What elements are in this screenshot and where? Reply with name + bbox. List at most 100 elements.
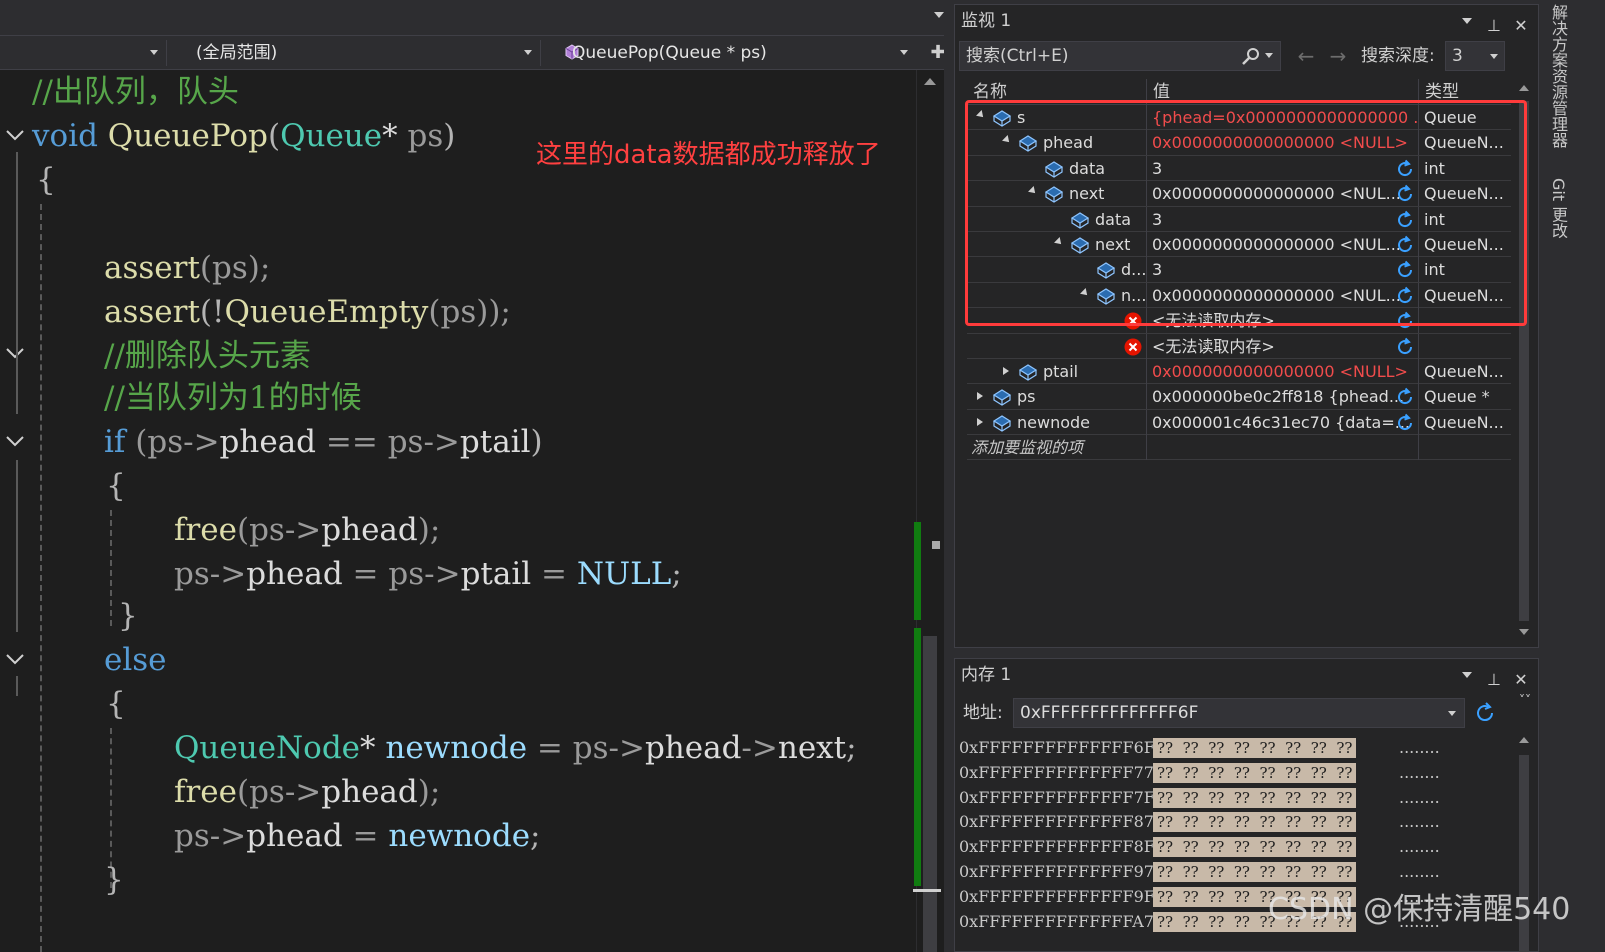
- memory-bytes[interactable]: ?? ?? ?? ?? ?? ?? ?? ??: [1153, 862, 1357, 882]
- watch-row[interactable]: newnode 0x000001c46c31ec70 {data=... Queue…: [967, 409, 1511, 436]
- search-depth-label: 搜索深度:: [1361, 46, 1435, 66]
- watch-value: 0x000001c46c31ec70 {data=...: [1152, 412, 1411, 432]
- forward-arrow-icon[interactable]: →: [1325, 43, 1351, 69]
- memory-bytes[interactable]: ?? ?? ?? ?? ?? ?? ?? ??: [1153, 812, 1357, 833]
- watch-type-cell: [1419, 334, 1511, 359]
- window-options-icon[interactable]: [1456, 11, 1478, 31]
- memory-ascii: ........: [1399, 812, 1440, 832]
- close-icon[interactable]: ✕: [1510, 16, 1532, 36]
- watch-value-cell[interactable]: <无法读取内存>: [1147, 333, 1419, 359]
- refresh-icon[interactable]: [1395, 413, 1415, 433]
- code-line: ps->phead = ps->ptail = NULL;: [174, 556, 682, 592]
- scrollbar-marker: [932, 541, 940, 549]
- watch-value-cell[interactable]: 0x000000be0c2ff818 {phead...: [1147, 384, 1419, 410]
- watch-name: ps: [1017, 387, 1036, 407]
- refresh-icon[interactable]: [1473, 701, 1497, 725]
- pin-icon[interactable]: ⊥: [1483, 670, 1505, 690]
- watch-row[interactable]: ps 0x000000be0c2ff818 {phead... Queue *: [967, 384, 1511, 410]
- refresh-icon[interactable]: [1395, 387, 1415, 407]
- code-line: assert(!QueueEmpty(ps));: [104, 294, 511, 330]
- expand-triangle-icon[interactable]: [977, 392, 983, 401]
- code-line: //出队列，队头: [32, 74, 239, 110]
- add-watch-item[interactable]: 添加要监视的项: [971, 435, 1083, 460]
- watch-type-cell: [1419, 435, 1511, 460]
- code-line: void QueuePop(Queue* ps): [32, 118, 456, 154]
- pin-icon[interactable]: ⊥: [1483, 16, 1505, 36]
- function-dropdown[interactable]: QueuePop(Queue * ps): [572, 40, 912, 66]
- memory-bytes[interactable]: ?? ?? ?? ?? ?? ?? ?? ??: [1153, 787, 1357, 808]
- memory-address: 0xFFFFFFFFFFFFFF9F: [959, 886, 1155, 906]
- memory-address: 0xFFFFFFFFFFFFFF8F: [959, 837, 1155, 857]
- search-options-dropdown[interactable]: [1265, 53, 1273, 58]
- code-line: free(ps->phead);: [174, 774, 441, 810]
- watch-name: ptail: [1043, 361, 1079, 381]
- highlight-box: [965, 100, 1527, 326]
- watch-row[interactable]: ptail 0x0000000000000000 <NULL> QueueN...: [967, 358, 1511, 385]
- code-line: assert(ps);: [104, 250, 271, 286]
- search-depth-select[interactable]: 3: [1445, 41, 1505, 71]
- watch-name-cell[interactable]: [967, 333, 1147, 359]
- memory-bytes[interactable]: ?? ?? ?? ?? ?? ?? ?? ??: [1153, 837, 1357, 858]
- code-line: {: [36, 162, 56, 198]
- watch-name-cell[interactable]: 添加要监视的项: [967, 435, 1147, 461]
- annotation-text: 这里的data数据都成功释放了: [536, 140, 881, 170]
- expand-triangle-icon[interactable]: [1003, 366, 1009, 375]
- watch-value-cell[interactable]: [1147, 435, 1419, 461]
- back-arrow-icon[interactable]: ←: [1293, 43, 1319, 69]
- tab-git-changes[interactable]: Git 更改: [1546, 178, 1570, 238]
- watch-name-cell[interactable]: ptail: [967, 358, 1147, 384]
- code-editor[interactable]: (全局范围) QueuePop(Queue * ps) ✚ //出队列，队头 v…: [0, 0, 958, 952]
- code-line: free(ps->phead);: [174, 512, 441, 548]
- overflow-icon[interactable]: ˅˅: [1519, 693, 1531, 707]
- watch-name-cell[interactable]: newnode: [967, 409, 1147, 435]
- watch-value-cell[interactable]: 0x0000000000000000 <NULL>: [1147, 358, 1419, 384]
- address-input[interactable]: 0xFFFFFFFFFFFFFF6F: [1013, 698, 1465, 728]
- expand-triangle-icon[interactable]: [977, 417, 983, 426]
- memory-bytes[interactable]: ?? ?? ?? ?? ?? ?? ?? ??: [1153, 738, 1357, 758]
- memory-title: 内存 1: [961, 665, 1012, 685]
- navigation-bar: (全局范围) QueuePop(Queue * ps) ✚: [0, 36, 958, 70]
- code-line: }: [104, 862, 124, 898]
- address-value: 0xFFFFFFFFFFFFFF6F: [1020, 703, 1199, 723]
- watch-value-cell[interactable]: 0x000001c46c31ec70 {data=...: [1147, 409, 1419, 435]
- side-tab-strip: 解决方案资源管理器 Git 更改: [1542, 0, 1605, 952]
- window-options-icon[interactable]: [1456, 665, 1478, 685]
- address-label: 地址:: [963, 703, 1003, 723]
- change-indicator: [914, 628, 921, 886]
- watch-type-cell: QueueN...: [1424, 412, 1504, 432]
- memory-ascii: ........: [1399, 862, 1440, 881]
- scope-dropdown-label: (全局范围): [196, 43, 278, 63]
- watch-type-cell: QueueN...: [1424, 361, 1504, 381]
- search-icon[interactable]: [1241, 47, 1261, 65]
- code-line: //当队列为1的时候: [104, 380, 362, 416]
- watch-type-cell: Queue *: [1424, 387, 1490, 407]
- memory-ascii: ........: [1399, 738, 1440, 757]
- variable-icon: [1017, 362, 1039, 382]
- watch-row[interactable]: <无法读取内存>: [967, 333, 1511, 359]
- caret-position-marker: [913, 889, 941, 892]
- memory-ascii: ........: [1399, 837, 1440, 857]
- variable-icon: [991, 387, 1013, 407]
- tab-list-dropdown[interactable]: [934, 12, 944, 18]
- code-area[interactable]: //出队列，队头 void QueuePop(Queue* ps) { asse…: [0, 70, 920, 952]
- memory-bytes[interactable]: ?? ?? ?? ?? ?? ?? ?? ??: [1153, 762, 1357, 783]
- watch-name-cell[interactable]: ps: [967, 384, 1147, 410]
- document-tab-strip: [0, 0, 958, 36]
- scope-dropdown[interactable]: (全局范围): [196, 40, 536, 66]
- editor-scroll-thumb[interactable]: [923, 636, 937, 952]
- code-line: if (ps->phead == ps->ptail): [104, 424, 543, 460]
- close-icon[interactable]: ✕: [1510, 670, 1532, 690]
- watch-search-input[interactable]: 搜索(Ctrl+E): [959, 41, 1281, 71]
- search-depth-value: 3: [1452, 46, 1463, 66]
- tab-solution-explorer[interactable]: 解决方案资源管理器: [1546, 4, 1570, 148]
- refresh-icon[interactable]: [1395, 337, 1415, 357]
- memory-ascii: ........: [1399, 762, 1440, 782]
- error-icon: [1123, 337, 1143, 357]
- watch-row[interactable]: 添加要监视的项: [967, 435, 1511, 461]
- code-line: else: [104, 642, 167, 678]
- project-dropdown[interactable]: [4, 40, 162, 66]
- change-indicator: [914, 522, 921, 620]
- variable-icon: [991, 413, 1013, 433]
- code-line: {: [106, 686, 126, 722]
- code-line: {: [106, 468, 126, 504]
